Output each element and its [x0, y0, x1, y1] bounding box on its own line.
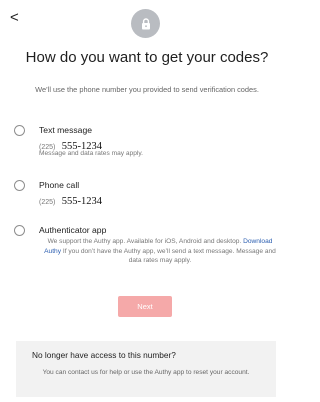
phone-call-phone: (225) 555-1234	[39, 191, 102, 209]
phone-call-label: Phone call	[39, 180, 80, 190]
no-access-body: You can contact us for help or use the A…	[42, 369, 250, 376]
text-message-radio[interactable]	[14, 125, 25, 136]
page-subtitle: We’ll use the phone number you provided …	[35, 85, 259, 94]
authenticator-app-desc-text: We support the Authy app. Available for …	[47, 238, 242, 245]
phone-call-number: 555-1234	[61, 196, 103, 207]
authenticator-app-description: We support the Authy app. Available for …	[42, 237, 278, 266]
no-access-panel: No longer have access to this number? Yo…	[16, 341, 276, 397]
phone-call-radio[interactable]	[14, 180, 25, 191]
no-access-title: No longer have access to this number?	[32, 350, 176, 360]
next-button[interactable]: Next	[118, 296, 172, 317]
text-message-note: Message and data rates may apply.	[39, 150, 143, 157]
authenticator-app-radio[interactable]	[14, 225, 25, 236]
authenticator-app-desc-text-2: If you don’t have the Authy app, we’ll s…	[62, 247, 276, 265]
text-message-label: Text message	[39, 125, 93, 135]
page-title: How do you want to get your codes?	[25, 49, 269, 66]
phone-call-area-code: (225)	[39, 199, 56, 206]
lock-icon	[131, 9, 160, 38]
authenticator-app-label: Authenticator app	[39, 225, 107, 235]
back-button[interactable]: <	[10, 10, 24, 26]
